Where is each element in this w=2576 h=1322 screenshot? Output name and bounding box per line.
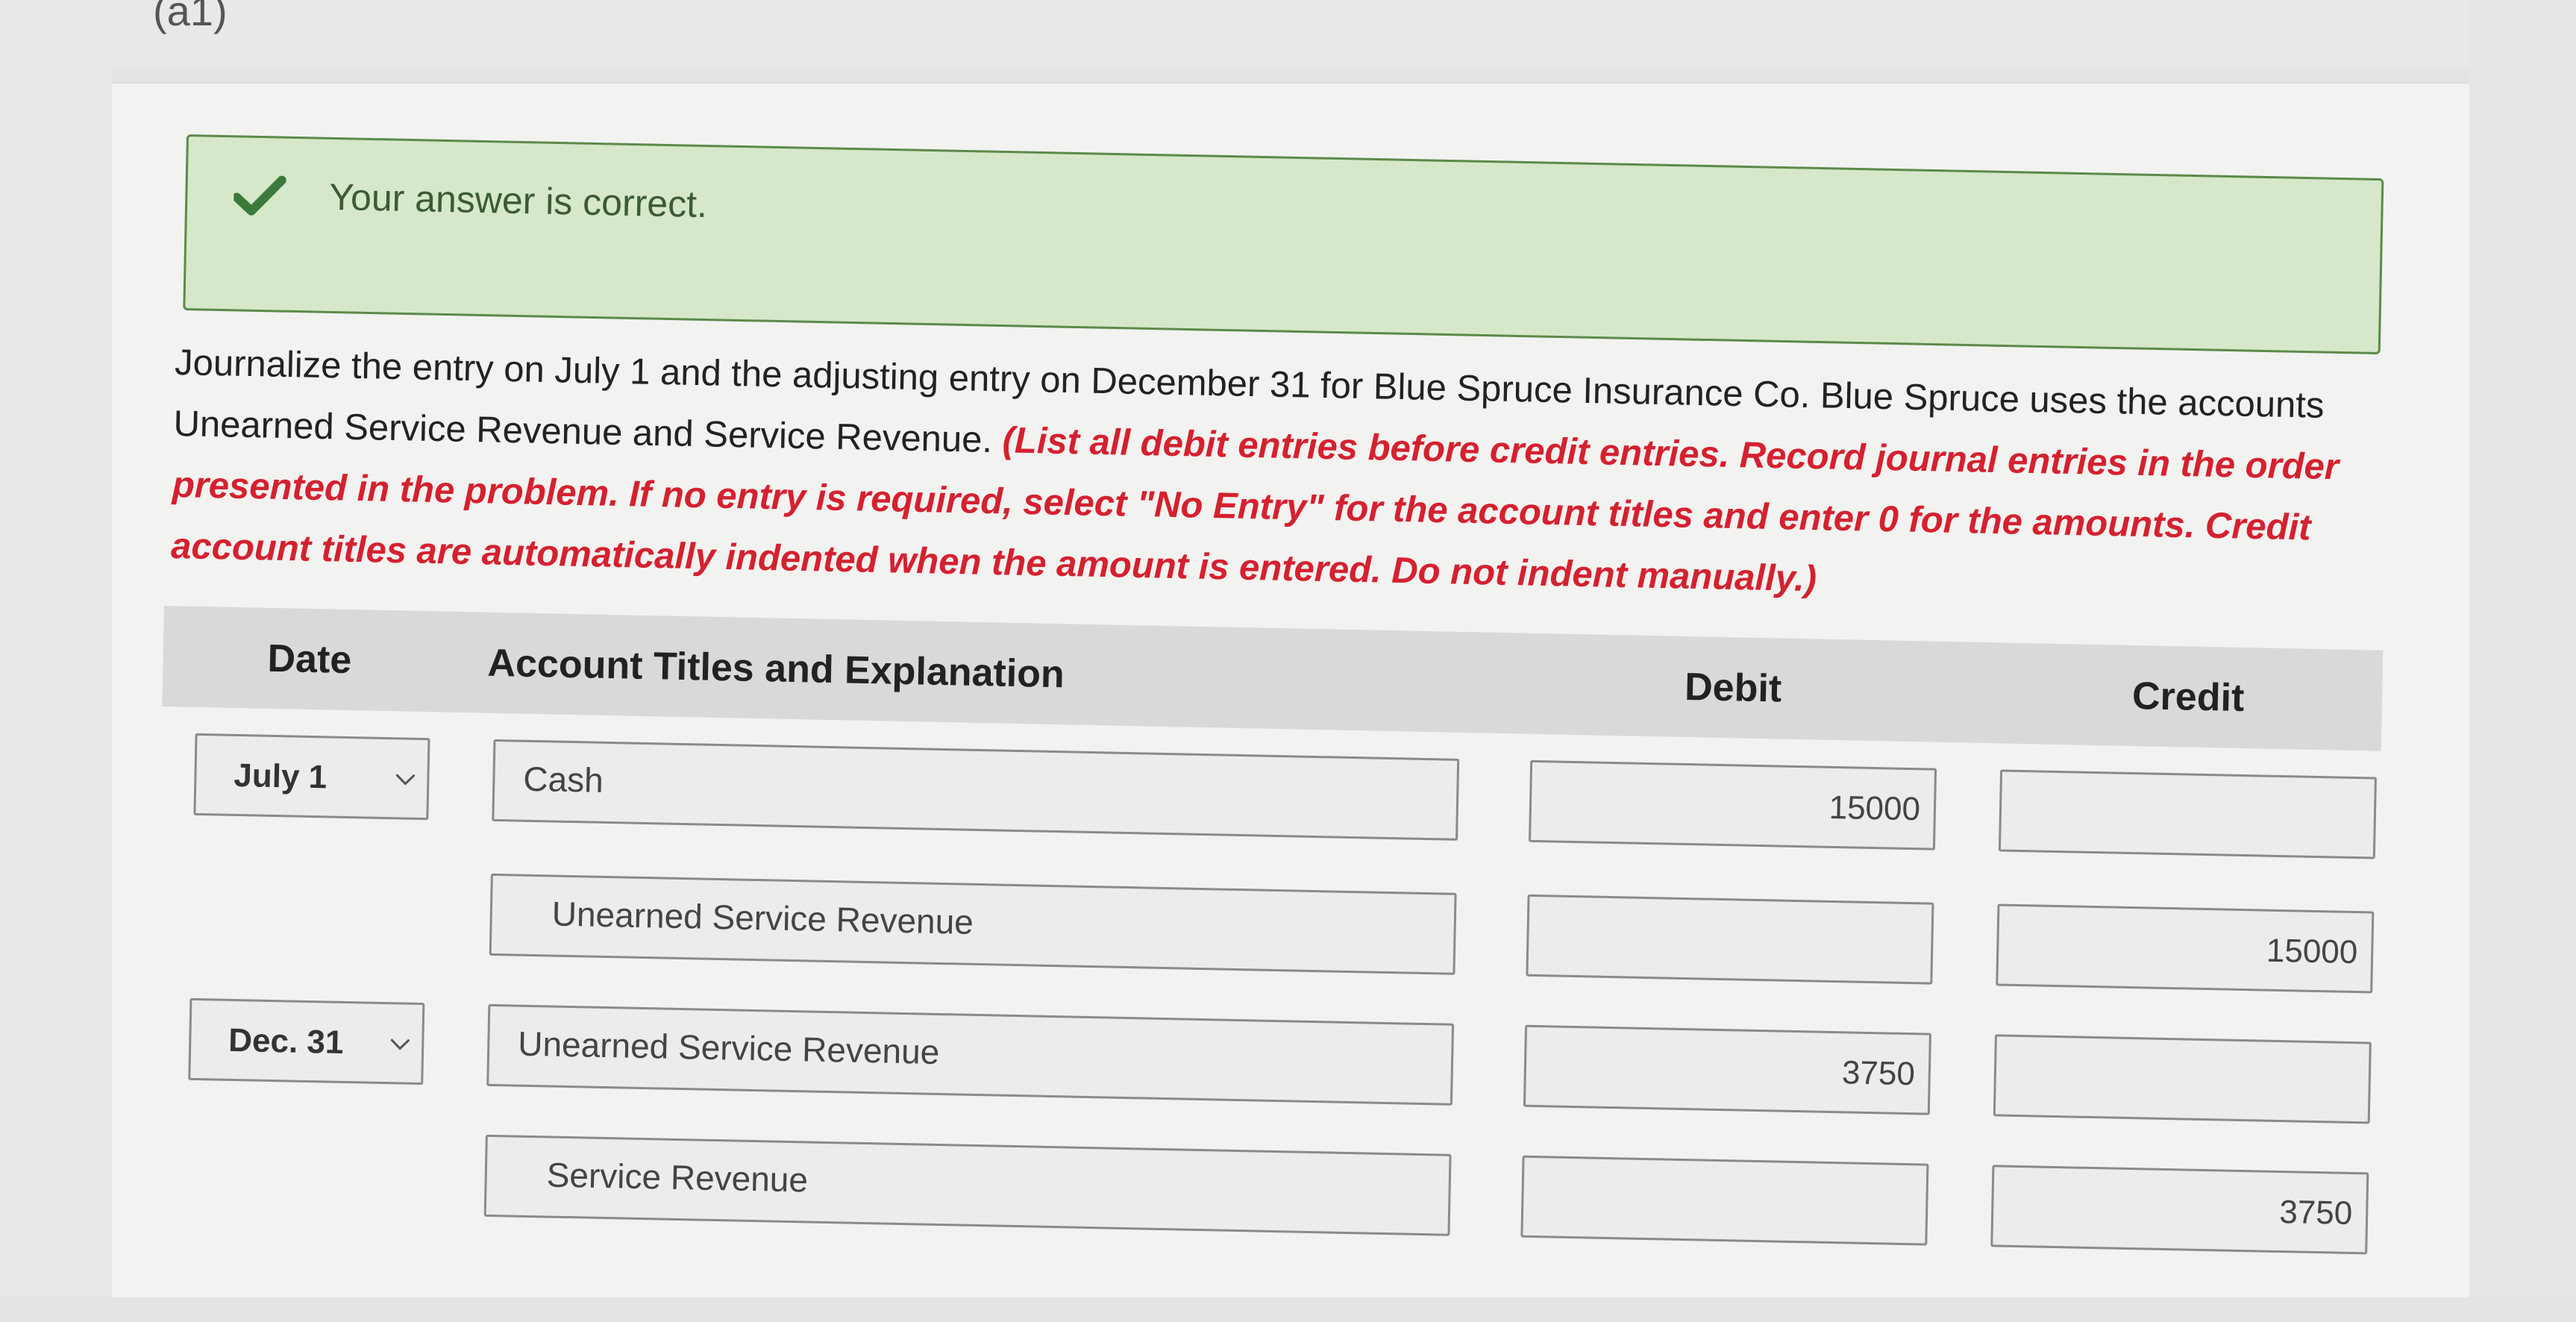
header-debit: Debit — [1684, 665, 1782, 711]
date-value: Dec. 31 — [228, 1021, 344, 1061]
debit-input-row-2[interactable] — [1526, 894, 1934, 985]
account-input-row-4[interactable]: Service Revenue — [483, 1134, 1452, 1236]
success-message: Your answer is correct. — [328, 175, 708, 226]
account-input-row-2[interactable]: Unearned Service Revenue — [489, 873, 1457, 975]
debit-input-row-1[interactable]: 15000 — [1529, 759, 1937, 850]
account-value: Service Revenue — [546, 1155, 809, 1200]
part-label: (a1) — [153, 0, 228, 34]
journal-table: Date Account Titles and Explanation Debi… — [151, 606, 2384, 1322]
credit-value: 15000 — [2266, 932, 2358, 971]
left-gutter — [0, 0, 112, 1296]
account-value: Unearned Service Revenue — [551, 894, 974, 942]
account-input-row-3[interactable]: Unearned Service Revenue — [486, 1003, 1455, 1106]
debit-input-row-3[interactable]: 3750 — [1523, 1024, 1931, 1115]
header-date: Date — [267, 636, 352, 683]
date-value: July 1 — [233, 756, 328, 796]
header-account: Account Titles and Explanation — [486, 641, 1065, 697]
credit-input-row-4[interactable]: 3750 — [1990, 1165, 2369, 1255]
credit-input-row-1[interactable] — [1998, 769, 2377, 859]
chevron-down-icon — [390, 1039, 410, 1050]
header-credit: Credit — [2131, 674, 2245, 720]
chevron-down-icon — [395, 774, 416, 786]
credit-value: 3750 — [2278, 1194, 2353, 1232]
account-input-row-1[interactable]: Cash — [492, 739, 1460, 841]
top-strip — [112, 0, 2576, 67]
debit-input-row-4[interactable] — [1520, 1155, 1929, 1246]
credit-input-row-3[interactable] — [1993, 1034, 2372, 1124]
instructions: Journalize the entry on July 1 and the a… — [170, 332, 2413, 621]
account-value: Unearned Service Revenue — [517, 1024, 940, 1071]
debit-value: 3750 — [1841, 1054, 1916, 1093]
credit-input-row-2[interactable]: 15000 — [1996, 903, 2375, 994]
check-icon — [233, 175, 286, 216]
date-select-row-3[interactable]: Dec. 31 — [188, 997, 425, 1086]
right-background — [2469, 0, 2576, 1296]
debit-value: 15000 — [1828, 789, 1921, 828]
account-value: Cash — [522, 759, 604, 800]
date-select-row-1[interactable]: July 1 — [193, 733, 430, 821]
